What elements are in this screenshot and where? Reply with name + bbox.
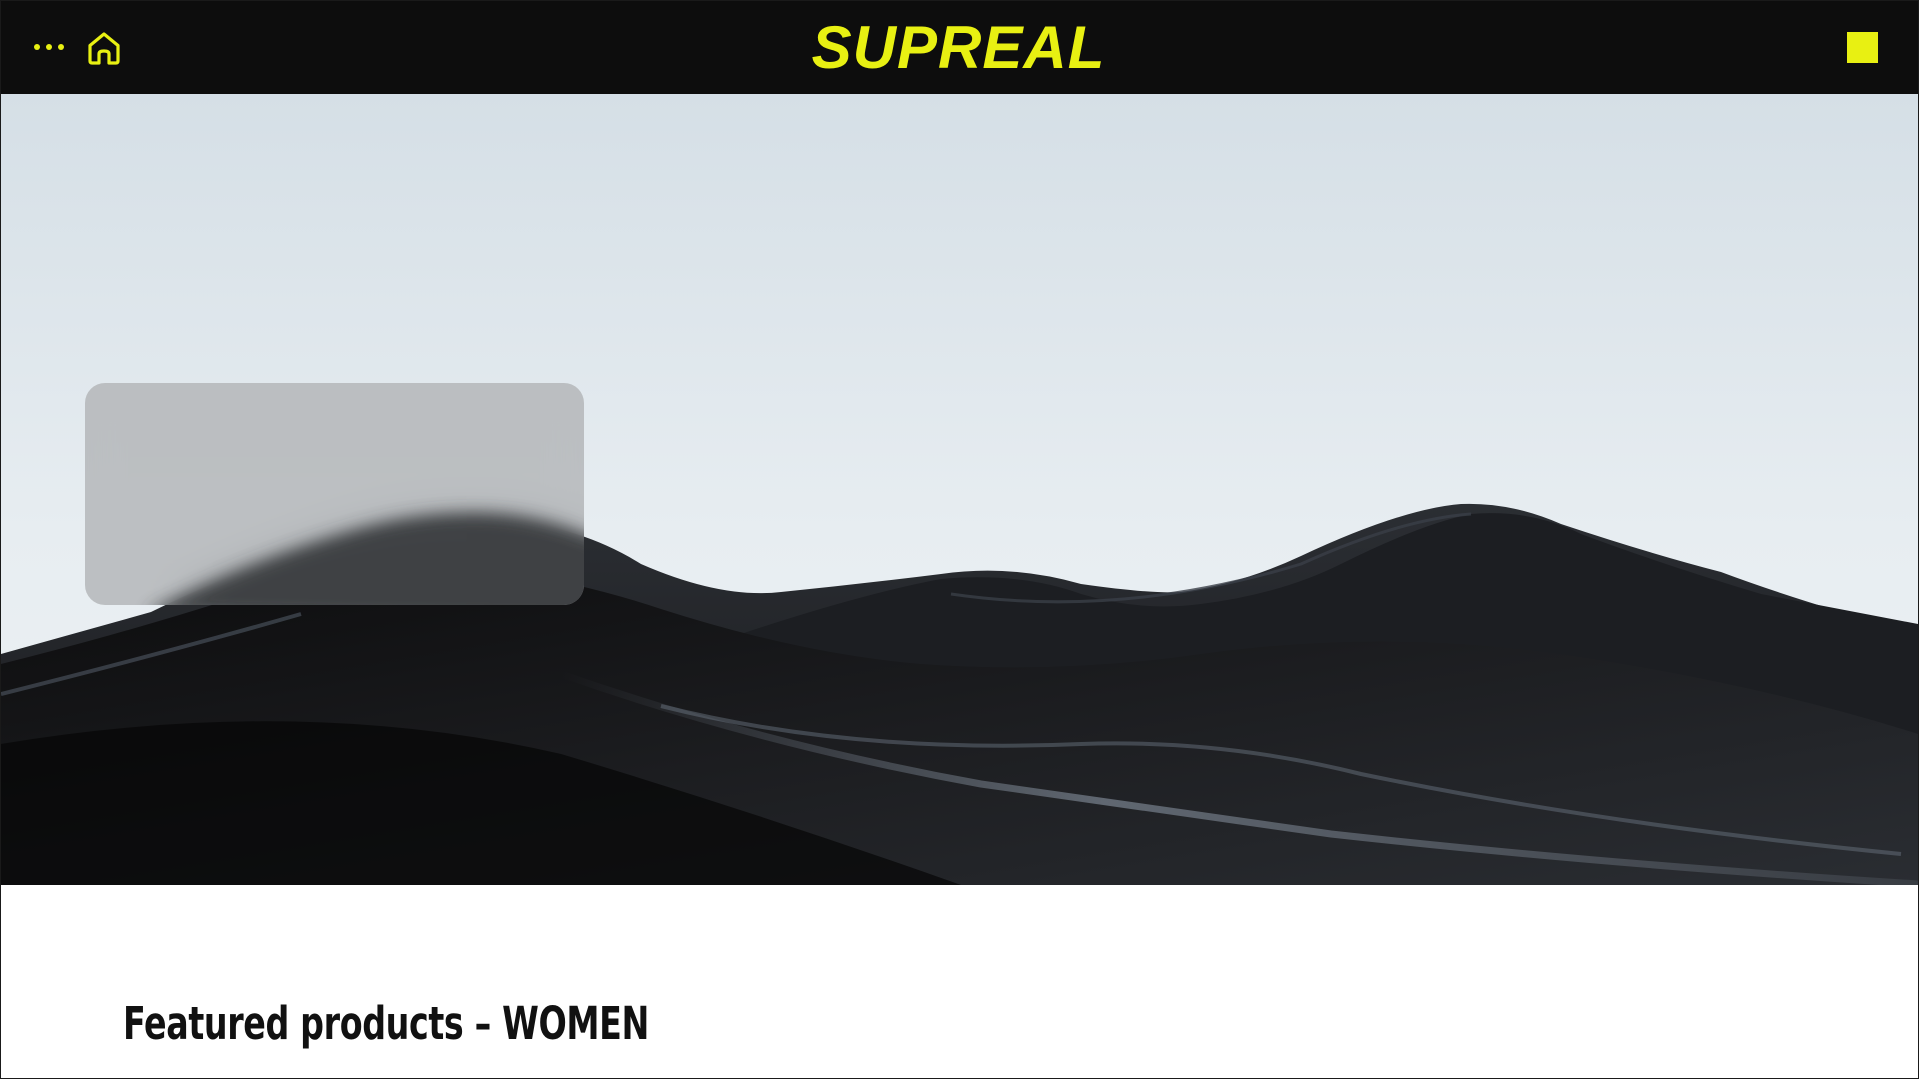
hero-overlay-card bbox=[85, 383, 584, 605]
more-dot-icon bbox=[46, 44, 52, 50]
brand-logo[interactable]: SUPREAL bbox=[812, 13, 1106, 82]
home-button[interactable] bbox=[83, 27, 125, 69]
top-navigation-bar: SUPREAL bbox=[1, 1, 1918, 94]
home-icon bbox=[88, 32, 120, 65]
more-menu-button[interactable] bbox=[27, 29, 71, 65]
featured-products-heading: Featured products – WOMEN bbox=[123, 997, 650, 1050]
more-dot-icon bbox=[58, 44, 64, 50]
overlay-dune-shape bbox=[161, 512, 584, 605]
hero-banner bbox=[1, 94, 1918, 885]
cart-square-button[interactable] bbox=[1847, 32, 1878, 63]
brand-logo-wrapper: SUPREAL bbox=[1, 1, 1917, 94]
page: SUPREAL Featured products – WOMEN bbox=[0, 0, 1919, 1079]
more-dot-icon bbox=[34, 44, 40, 50]
